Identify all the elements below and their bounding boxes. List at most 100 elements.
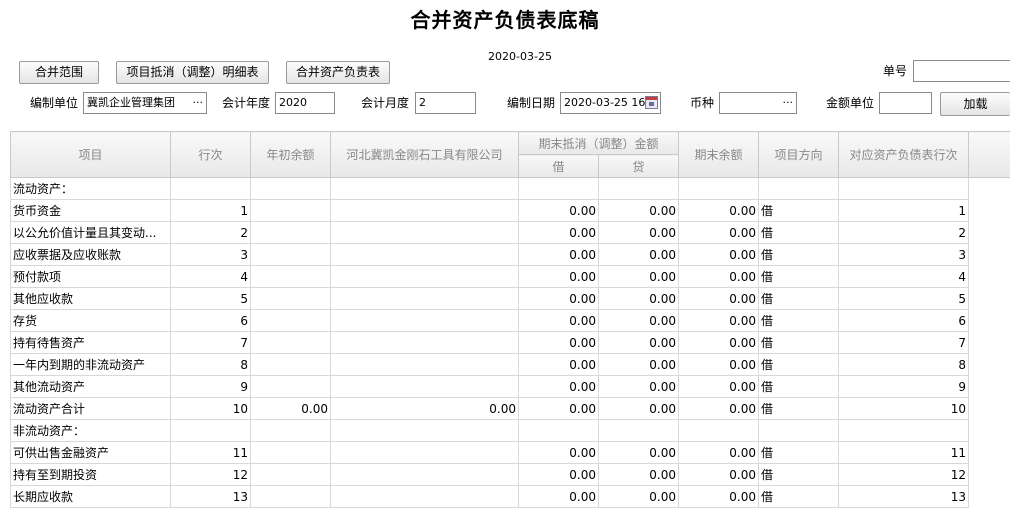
cell-item[interactable]: 存货	[10, 309, 171, 332]
cell-item[interactable]: 其他流动资产	[10, 375, 171, 398]
cell-line[interactable]: 5	[170, 287, 251, 310]
cell-mapping[interactable]: 11	[838, 441, 970, 464]
cell-debit[interactable]: 0.00	[518, 397, 599, 420]
cell-company[interactable]	[330, 221, 519, 244]
cell-direction[interactable]: 借	[758, 265, 840, 288]
table-row[interactable]: 一年内到期的非流动资产 8 0.00 0.00 0.00 借 8	[10, 353, 1010, 376]
table-row[interactable]: 可供出售金融资产 11 0.00 0.00 0.00 借 11	[10, 441, 1010, 464]
cell-opening[interactable]	[250, 221, 331, 244]
cell-company[interactable]	[330, 199, 519, 222]
header-company[interactable]: 河北冀凯金刚石工具有限公司	[330, 131, 519, 178]
cell-item[interactable]: 非流动资产：	[10, 419, 171, 442]
table-row[interactable]: 其他应收款 5 0.00 0.00 0.00 借 5	[10, 287, 1010, 310]
cell-credit[interactable]	[597, 419, 680, 442]
header-direction[interactable]: 项目方向	[758, 131, 840, 178]
cell-debit[interactable]: 0.00	[518, 463, 599, 486]
cell-opening[interactable]	[250, 353, 331, 376]
cell-closing[interactable]: 0.00	[678, 375, 760, 398]
cell-credit[interactable]: 0.00	[597, 331, 680, 354]
table-row[interactable]: 流动资产：	[10, 177, 1010, 200]
elimination-detail-button[interactable]: 项目抵消（调整）明细表	[116, 61, 269, 84]
cell-company[interactable]	[330, 243, 519, 266]
cell-line[interactable]: 9	[170, 375, 251, 398]
cell-item[interactable]: 长期应收款	[10, 485, 171, 508]
header-credit[interactable]: 贷	[597, 154, 680, 178]
cell-company[interactable]	[330, 309, 519, 332]
table-row[interactable]: 存货 6 0.00 0.00 0.00 借 6	[10, 309, 1010, 332]
cell-item[interactable]: 流动资产合计	[10, 397, 171, 420]
cell-company[interactable]	[330, 353, 519, 376]
cell-opening[interactable]	[250, 199, 331, 222]
unit-select[interactable]: 冀凯企业管理集团 ···	[83, 92, 207, 114]
cell-line[interactable]: 6	[170, 309, 251, 332]
cell-mapping[interactable]: 12	[838, 463, 970, 486]
cell-company[interactable]	[330, 485, 519, 508]
cell-mapping[interactable]: 6	[838, 309, 970, 332]
cell-credit[interactable]: 0.00	[597, 485, 680, 508]
header-line[interactable]: 行次	[170, 131, 251, 178]
cell-mapping[interactable]	[838, 177, 970, 200]
table-row[interactable]: 以公允价值计量且其变动... 2 0.00 0.00 0.00 借 2	[10, 221, 1010, 244]
cell-debit[interactable]: 0.00	[518, 485, 599, 508]
cell-line[interactable]: 2	[170, 221, 251, 244]
header-closing-balance[interactable]: 期末余额	[678, 131, 760, 178]
cell-item[interactable]: 持有待售资产	[10, 331, 171, 354]
cell-direction[interactable]: 借	[758, 397, 840, 420]
ellipsis-icon[interactable]: ···	[783, 93, 794, 113]
cell-line[interactable]: 12	[170, 463, 251, 486]
currency-select[interactable]: ···	[719, 92, 797, 114]
cell-credit[interactable]: 0.00	[597, 353, 680, 376]
table-row[interactable]: 长期应收款 13 0.00 0.00 0.00 借 13	[10, 485, 1010, 508]
cell-company[interactable]	[330, 441, 519, 464]
cell-opening[interactable]: 0.00	[250, 397, 331, 420]
cell-line[interactable]: 10	[170, 397, 251, 420]
cell-line[interactable]: 11	[170, 441, 251, 464]
cell-mapping[interactable]	[838, 419, 970, 442]
cell-credit[interactable]	[597, 177, 680, 200]
cell-opening[interactable]	[250, 441, 331, 464]
cell-debit[interactable]: 0.00	[518, 221, 599, 244]
cell-line[interactable]	[170, 419, 251, 442]
cell-credit[interactable]: 0.00	[597, 463, 680, 486]
cell-mapping[interactable]: 4	[838, 265, 970, 288]
cell-item[interactable]: 流动资产：	[10, 177, 171, 200]
table-row[interactable]: 持有待售资产 7 0.00 0.00 0.00 借 7	[10, 331, 1010, 354]
table-row[interactable]: 应收票据及应收账款 3 0.00 0.00 0.00 借 3	[10, 243, 1010, 266]
cell-credit[interactable]: 0.00	[597, 375, 680, 398]
cell-mapping[interactable]: 7	[838, 331, 970, 354]
cell-direction[interactable]: 借	[758, 243, 840, 266]
cell-direction[interactable]: 借	[758, 463, 840, 486]
cell-company[interactable]	[330, 331, 519, 354]
cell-item[interactable]: 其他应收款	[10, 287, 171, 310]
cell-company[interactable]	[330, 177, 519, 200]
cell-mapping[interactable]: 13	[838, 485, 970, 508]
cell-debit[interactable]: 0.00	[518, 309, 599, 332]
cell-company[interactable]	[330, 463, 519, 486]
cell-debit[interactable]: 0.00	[518, 375, 599, 398]
cell-debit[interactable]: 0.00	[518, 287, 599, 310]
cell-line[interactable]: 4	[170, 265, 251, 288]
cell-item[interactable]: 可供出售金融资产	[10, 441, 171, 464]
cell-opening[interactable]	[250, 243, 331, 266]
cell-company[interactable]	[330, 419, 519, 442]
cell-line[interactable]	[170, 177, 251, 200]
cell-mapping[interactable]: 3	[838, 243, 970, 266]
cell-debit[interactable]: 0.00	[518, 441, 599, 464]
month-input[interactable]: 2	[415, 92, 476, 114]
table-row[interactable]: 货币资金 1 0.00 0.00 0.00 借 1	[10, 199, 1010, 222]
cell-direction[interactable]: 借	[758, 221, 840, 244]
cell-line[interactable]: 7	[170, 331, 251, 354]
cell-mapping[interactable]: 10	[838, 397, 970, 420]
cell-closing[interactable]	[678, 177, 760, 200]
cell-credit[interactable]: 0.00	[597, 287, 680, 310]
cell-direction[interactable]: 借	[758, 353, 840, 376]
table-row[interactable]: 持有至到期投资 12 0.00 0.00 0.00 借 12	[10, 463, 1010, 486]
cell-item[interactable]: 以公允价值计量且其变动...	[10, 221, 171, 244]
cell-credit[interactable]: 0.00	[597, 199, 680, 222]
ellipsis-icon[interactable]: ···	[193, 93, 204, 113]
cell-item[interactable]: 应收票据及应收账款	[10, 243, 171, 266]
cell-item[interactable]: 一年内到期的非流动资产	[10, 353, 171, 376]
year-input[interactable]: 2020	[275, 92, 335, 114]
cell-company[interactable]	[330, 265, 519, 288]
cell-opening[interactable]	[250, 485, 331, 508]
